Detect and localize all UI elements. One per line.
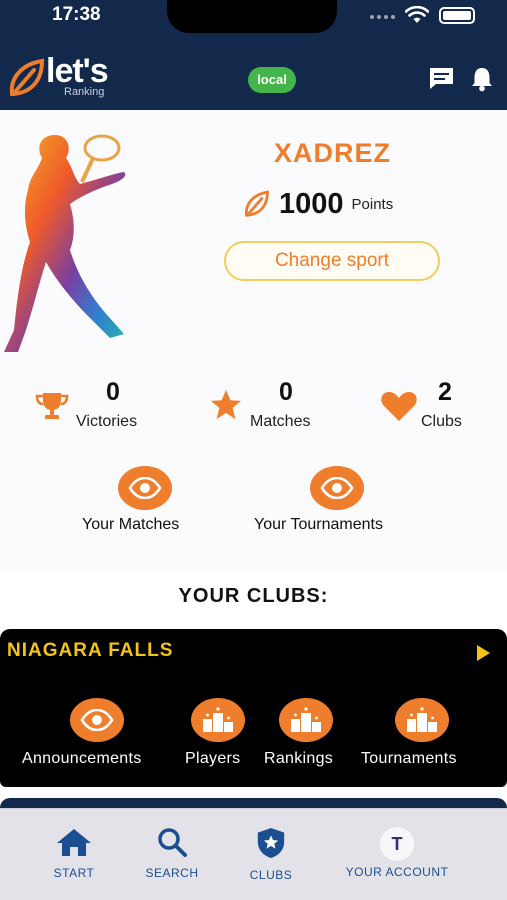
tab-your-account-label: YOUR ACCOUNT xyxy=(345,865,449,879)
tab-start-label: START xyxy=(53,866,95,880)
podium-icon xyxy=(291,707,321,732)
app-header: 17:38 let's Ranking local xyxy=(0,0,507,110)
points-value: 1000 xyxy=(279,187,344,220)
home-icon xyxy=(57,829,91,856)
tab-your-account[interactable]: T YOUR ACCOUNT xyxy=(338,827,456,887)
eye-icon xyxy=(320,477,354,499)
victories-count: 0 xyxy=(106,378,120,406)
stat-matches: 0 Matches xyxy=(208,378,338,434)
club-expand-arrow-icon[interactable] xyxy=(477,645,490,661)
rankings-label[interactable]: Rankings xyxy=(264,750,333,768)
your-matches-button[interactable] xyxy=(118,466,172,510)
your-tournaments-button[interactable] xyxy=(310,466,364,510)
your-clubs-heading: YOUR CLUBS: xyxy=(178,585,329,607)
stat-clubs: 2 Clubs xyxy=(380,378,480,434)
bottom-tab-bar: START SEARCH CLUBS T YOUR ACCOUNT xyxy=(0,808,507,900)
points-label: Points xyxy=(351,195,394,213)
environment-badge: local xyxy=(248,67,296,93)
dynamic-island xyxy=(167,0,337,33)
points-display: 1000 Points xyxy=(243,186,393,222)
signal-icon xyxy=(370,15,400,19)
profile-section: XADREZ 1000 Points Change sport xyxy=(0,110,507,572)
players-button[interactable] xyxy=(191,698,245,742)
victories-label: Victories xyxy=(76,413,138,430)
wifi-icon xyxy=(405,6,429,23)
tab-search-label: SEARCH xyxy=(145,866,199,880)
stat-victories: 0 Victories xyxy=(34,378,174,434)
shield-star-icon xyxy=(257,827,285,859)
clubs-count: 2 xyxy=(438,378,452,406)
logo-subtitle: Ranking xyxy=(64,86,105,98)
announcements-label[interactable]: Announcements xyxy=(22,750,142,768)
tournaments-button[interactable] xyxy=(395,698,449,742)
status-bar: 17:38 xyxy=(0,0,507,33)
eye-icon xyxy=(128,477,162,499)
sport-name: XADREZ xyxy=(273,138,391,168)
clubs-label: Clubs xyxy=(421,413,462,430)
chat-icon[interactable] xyxy=(428,66,455,91)
tab-search[interactable]: SEARCH xyxy=(140,827,204,887)
search-icon xyxy=(158,828,187,857)
star-icon xyxy=(210,389,242,420)
club-card: NIAGARA FALLS Announcements Players Rank… xyxy=(0,629,507,787)
players-label[interactable]: Players xyxy=(185,750,240,768)
bell-icon[interactable] xyxy=(470,66,494,92)
podium-icon xyxy=(203,707,233,732)
your-tournaments-label[interactable]: Your Tournaments xyxy=(254,516,383,534)
tournaments-label[interactable]: Tournaments xyxy=(361,750,457,768)
heart-icon xyxy=(381,392,417,421)
tennis-player-illustration xyxy=(4,134,126,352)
app-logo: let's Ranking xyxy=(8,52,128,100)
podium-icon xyxy=(407,707,437,732)
your-matches-label[interactable]: Your Matches xyxy=(82,516,179,534)
club-name[interactable]: NIAGARA FALLS xyxy=(7,640,173,662)
matches-label: Matches xyxy=(250,413,311,430)
matches-count: 0 xyxy=(279,378,293,406)
tab-clubs[interactable]: CLUBS xyxy=(243,827,299,887)
leaf-logo-icon xyxy=(9,58,45,96)
change-sport-button[interactable]: Change sport xyxy=(224,241,440,281)
rankings-button[interactable] xyxy=(279,698,333,742)
leaf-points-icon xyxy=(245,190,269,217)
battery-icon xyxy=(439,7,475,24)
status-time: 17:38 xyxy=(52,4,101,25)
announcements-button[interactable] xyxy=(70,698,124,742)
avatar: T xyxy=(380,827,414,861)
tab-start[interactable]: START xyxy=(48,827,100,887)
tab-clubs-label: CLUBS xyxy=(249,868,293,882)
trophy-icon xyxy=(35,393,69,419)
eye-icon xyxy=(80,709,114,731)
